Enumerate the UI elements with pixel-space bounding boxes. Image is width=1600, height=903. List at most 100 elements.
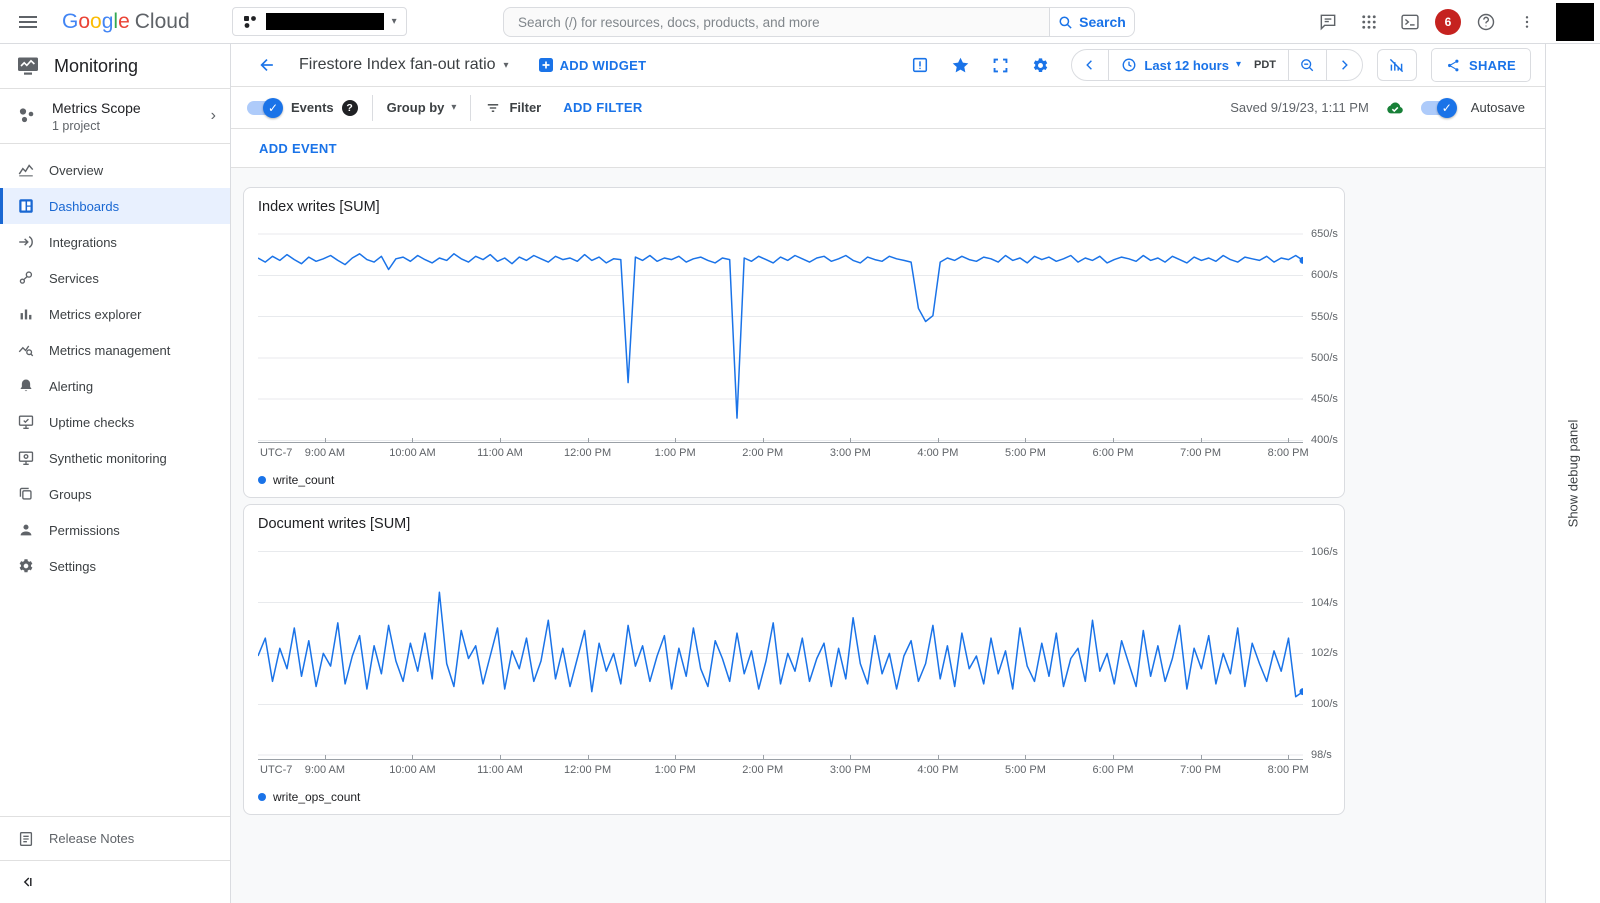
sidebar: Monitoring Metrics Scope 1 project › Ove… xyxy=(0,44,231,903)
share-button[interactable]: SHARE xyxy=(1431,48,1531,82)
metrics-scope-icon xyxy=(15,104,39,128)
divider xyxy=(372,95,373,121)
avatar[interactable] xyxy=(1556,3,1594,41)
share-icon xyxy=(1446,58,1461,73)
x-axis-tick xyxy=(412,438,413,443)
project-name-redacted xyxy=(266,13,384,30)
sidebar-item-dashboards[interactable]: Dashboards xyxy=(0,188,230,224)
chart-plot-area[interactable] xyxy=(258,227,1303,442)
apps-grid-icon[interactable] xyxy=(1353,6,1385,38)
chart-card-index-writes[interactable]: Index writes [SUM] 650/s600/s550/s500/s4… xyxy=(243,187,1345,498)
feedback-icon[interactable] xyxy=(1312,6,1344,38)
help-icon[interactable] xyxy=(1470,6,1502,38)
x-axis-tick xyxy=(850,438,851,443)
sidebar-item-settings[interactable]: Settings xyxy=(0,548,230,584)
chart-plot-area[interactable] xyxy=(258,544,1303,759)
synthetic-monitoring-icon xyxy=(17,449,35,467)
x-axis-tick xyxy=(675,438,676,443)
sidebar-item-synthetic-monitoring[interactable]: Synthetic monitoring xyxy=(0,440,230,476)
cloud-shell-icon[interactable] xyxy=(1394,6,1426,38)
events-toggle[interactable]: ✓ xyxy=(247,101,281,115)
y-axis-label: 104/s xyxy=(1311,597,1338,609)
zoom-out-time-button[interactable] xyxy=(1288,50,1326,80)
chart-title: Index writes [SUM] xyxy=(258,199,1344,215)
project-selector[interactable]: ▾ xyxy=(232,7,407,36)
notifications-badge[interactable]: 6 xyxy=(1435,9,1461,35)
menu-icon[interactable] xyxy=(8,2,48,42)
collapse-sidebar-button[interactable] xyxy=(0,861,230,903)
sidebar-item-label: Integrations xyxy=(49,235,117,250)
sidebar-item-release-notes[interactable]: Release Notes xyxy=(0,817,230,861)
time-range-selector[interactable]: Last 12 hours ▾ PDT xyxy=(1108,50,1288,80)
x-axis-label: 9:00 AM xyxy=(305,764,345,776)
info-card-icon xyxy=(911,56,929,74)
auto-refresh-off-button[interactable] xyxy=(1377,49,1417,81)
x-axis-tick xyxy=(500,438,501,443)
filter-button[interactable]: Filter xyxy=(485,100,541,116)
star-icon xyxy=(951,56,970,75)
x-axis-label: 11:00 AM xyxy=(477,764,523,776)
add-event-button[interactable]: ADD EVENT xyxy=(259,141,337,156)
metrics-scope-subtitle: 1 project xyxy=(52,119,211,133)
sidebar-item-alerting[interactable]: Alerting xyxy=(0,368,230,404)
sidebar-item-label: Metrics management xyxy=(49,343,170,358)
x-axis-label: 10:00 AM xyxy=(389,447,435,459)
show-debug-panel-button[interactable]: Show debug panel xyxy=(1566,420,1581,528)
dashboard-info-button[interactable] xyxy=(903,48,937,82)
title-dropdown-icon[interactable]: ▾ xyxy=(504,60,509,71)
google-cloud-logo[interactable]: Google Cloud xyxy=(62,10,190,34)
collapse-icon xyxy=(20,874,36,890)
sidebar-item-services[interactable]: Services xyxy=(0,260,230,296)
time-forward-button[interactable] xyxy=(1326,50,1362,80)
dashboards-icon xyxy=(17,197,35,215)
sidebar-item-overview[interactable]: Overview xyxy=(0,152,230,188)
sidebar-item-uptime-checks[interactable]: Uptime checks xyxy=(0,404,230,440)
sidebar-item-label: Permissions xyxy=(49,523,120,538)
alerting-icon xyxy=(17,377,35,395)
group-by-button[interactable]: Group by ▾ xyxy=(387,100,457,115)
saved-cloud-check-icon xyxy=(1383,98,1407,118)
x-axis-tick xyxy=(412,755,413,760)
y-axis-label: 600/s xyxy=(1311,269,1338,281)
sidebar-item-label: Groups xyxy=(49,487,92,502)
integrations-icon xyxy=(17,233,35,251)
uptime-checks-icon xyxy=(17,413,35,431)
sidebar-item-metrics-management[interactable]: Metrics management xyxy=(0,332,230,368)
add-widget-button[interactable]: ADD WIDGET xyxy=(539,58,647,73)
x-axis-label: 1:00 PM xyxy=(655,447,696,459)
settings-icon xyxy=(17,557,35,575)
search-button[interactable]: Search xyxy=(1049,7,1135,37)
main-panel: Firestore Index fan-out ratio ▾ ADD WIDG… xyxy=(231,44,1545,903)
more-options-icon[interactable] xyxy=(1511,6,1543,38)
add-filter-button[interactable]: ADD FILTER xyxy=(563,100,642,115)
add-widget-plus-icon xyxy=(539,58,553,72)
events-help-icon[interactable]: ? xyxy=(342,100,358,116)
sidebar-item-metrics-explorer[interactable]: Metrics explorer xyxy=(0,296,230,332)
x-axis-label: 11:00 AM xyxy=(477,447,523,459)
chevron-right-icon xyxy=(1337,58,1351,72)
fullscreen-button[interactable] xyxy=(983,48,1017,82)
metrics-scope-selector[interactable]: Metrics Scope 1 project › xyxy=(0,89,230,144)
autosave-toggle[interactable]: ✓ xyxy=(1421,101,1455,115)
toggle-check-icon: ✓ xyxy=(263,98,283,118)
overview-icon xyxy=(17,161,35,179)
x-axis-label: 4:00 PM xyxy=(917,764,958,776)
sidebar-item-permissions[interactable]: Permissions xyxy=(0,512,230,548)
sidebar-item-groups[interactable]: Groups xyxy=(0,476,230,512)
favorite-button[interactable] xyxy=(943,48,977,82)
time-back-button[interactable] xyxy=(1072,50,1108,80)
chart-legend[interactable]: write_count xyxy=(258,471,1344,489)
search-input[interactable] xyxy=(503,7,1049,37)
legend-label: write_ops_count xyxy=(273,790,360,804)
dashboard-settings-button[interactable] xyxy=(1023,48,1057,82)
x-axis-label: 7:00 PM xyxy=(1180,764,1221,776)
logo-cloud-text: Cloud xyxy=(135,10,190,34)
sidebar-item-label: Settings xyxy=(49,559,96,574)
back-button[interactable] xyxy=(253,51,281,79)
x-axis-tick xyxy=(325,438,326,443)
sidebar-item-label: Alerting xyxy=(49,379,93,394)
chart-card-document-writes[interactable]: Document writes [SUM] 106/s104/s102/s100… xyxy=(243,504,1345,815)
sidebar-item-integrations[interactable]: Integrations xyxy=(0,224,230,260)
chart-legend[interactable]: write_ops_count xyxy=(258,788,1344,806)
x-axis: UTC-79:00 AM10:00 AM11:00 AM12:00 PM1:00… xyxy=(258,759,1303,779)
